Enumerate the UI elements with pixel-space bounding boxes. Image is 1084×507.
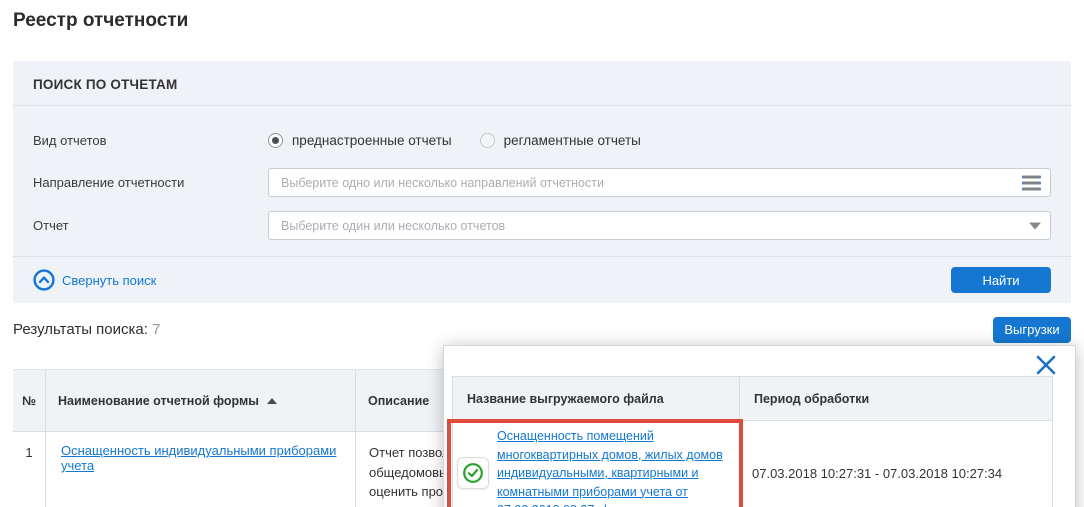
row-number: 1 [13, 432, 45, 507]
report-row: Отчет [33, 211, 1051, 240]
reports-registry-page: Реестр отчетности ПОИСК ПО ОТЧЕТАМ Вид о… [0, 0, 1084, 507]
search-panel-title: ПОИСК ПО ОТЧЕТАМ [13, 61, 1071, 106]
search-panel-footer: Свернуть поиск Найти [13, 256, 1071, 303]
search-panel: ПОИСК ПО ОТЧЕТАМ Вид отчетов преднастрое… [13, 61, 1071, 303]
results-count: 7 [152, 321, 160, 338]
success-check-icon[interactable] [457, 457, 489, 489]
direction-label: Направление отчетности [33, 175, 268, 190]
processing-period: 07.03.2018 10:27:31 - 07.03.2018 10:27:3… [740, 421, 1053, 507]
search-form: Вид отчетов преднастроенные отчеты регла… [13, 106, 1071, 256]
downloads-table-row: Оснащенность помещений многоквартирных д… [452, 421, 1053, 507]
column-header-num: № [13, 370, 45, 431]
column-header-name[interactable]: Наименование отчетной формы [45, 370, 355, 431]
direction-row: Направление отчетности [33, 168, 1051, 197]
report-input[interactable] [268, 211, 1051, 240]
close-icon[interactable] [1033, 352, 1059, 378]
direction-input[interactable] [268, 168, 1051, 197]
results-bar: Результаты поиска: 7 Выгрузки [13, 316, 1071, 343]
sort-asc-icon[interactable] [267, 398, 277, 404]
radio-preconfigured-reports[interactable]: преднастроенные отчеты [268, 133, 452, 148]
report-type-label: Вид отчетов [33, 133, 268, 148]
column-header-file-name: Название выгружаемого файла [452, 376, 740, 421]
file-cell: Оснащенность помещений многоквартирных д… [452, 421, 740, 507]
radio-label: преднастроенные отчеты [292, 133, 452, 148]
dropdown-arrow-icon[interactable] [1029, 222, 1041, 229]
downloads-popup: Название выгружаемого файла Период обраб… [443, 345, 1076, 507]
collapse-search-label: Свернуть поиск [62, 273, 156, 288]
report-type-row: Вид отчетов преднастроенные отчеты регла… [33, 126, 1051, 154]
radio-checked-icon[interactable] [268, 133, 283, 148]
radio-label: регламентные отчеты [504, 133, 641, 148]
menu-icon[interactable] [1022, 175, 1041, 190]
downloads-table: Название выгружаемого файла Период обраб… [452, 376, 1053, 507]
report-form-link[interactable]: Оснащенность индивидуальными приборами у… [61, 443, 336, 473]
collapse-search-link[interactable]: Свернуть поиск [33, 269, 156, 291]
report-label: Отчет [33, 218, 268, 233]
find-button[interactable]: Найти [951, 267, 1051, 293]
downloads-button[interactable]: Выгрузки [993, 317, 1071, 343]
page-title: Реестр отчетности [13, 0, 1071, 32]
collapse-circle-up-icon [33, 269, 55, 291]
report-type-radio-group: преднастроенные отчеты регламентные отче… [268, 133, 1051, 148]
results-title: Результаты поиска: 7 [13, 321, 160, 338]
radio-unchecked-icon[interactable] [480, 133, 495, 148]
column-header-period: Период обработки [740, 376, 1053, 421]
results-label: Результаты поиска: [13, 321, 148, 338]
downloads-table-header: Название выгружаемого файла Период обраб… [452, 376, 1053, 421]
download-file-link[interactable]: Оснащенность помещений многоквартирных д… [497, 427, 733, 507]
radio-regulated-reports[interactable]: регламентные отчеты [480, 133, 641, 148]
